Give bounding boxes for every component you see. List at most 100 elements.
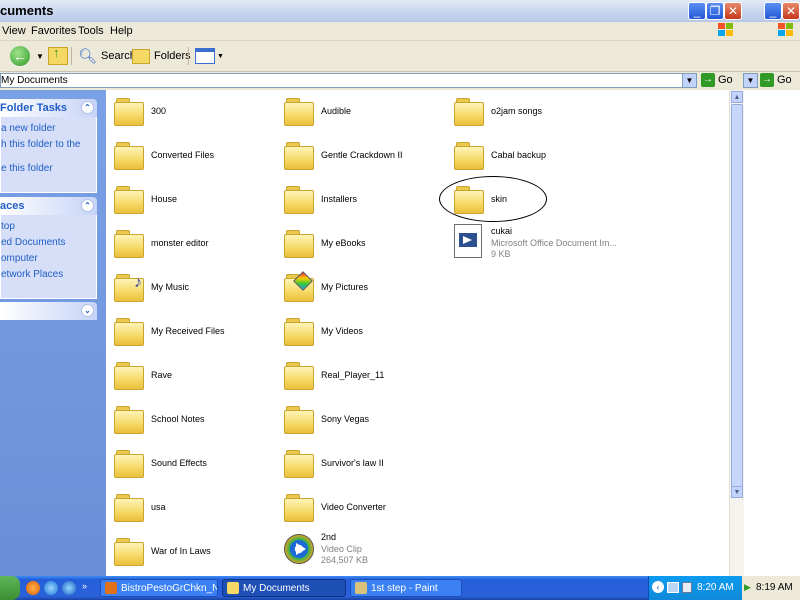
folder-item[interactable]: Sony Vegas: [276, 400, 446, 440]
go-arrow-icon: →: [701, 73, 715, 87]
folder-item[interactable]: Gentle Crackdown II: [276, 136, 446, 176]
start-button[interactable]: [0, 576, 20, 600]
item-name: o2jam songs: [491, 106, 543, 116]
menu-tools[interactable]: Tools: [78, 25, 104, 37]
folder-item[interactable]: My Pictures: [276, 268, 446, 308]
scroll-thumb[interactable]: [731, 104, 743, 498]
item-size: 9 KB: [491, 249, 511, 259]
task-make-new-folder[interactable]: a new folder: [1, 123, 55, 134]
folder-item[interactable]: School Notes: [106, 400, 276, 440]
file-item[interactable]: cukai Microsoft Office Document Im... 9 …: [446, 222, 617, 262]
folder-icon: [284, 494, 314, 522]
address-bar: My Documents ▼ → Go ▼ → Go: [0, 72, 800, 90]
taskbar: » BistroPestoGrChkn_N... My Documents 1s…: [0, 576, 800, 600]
views-button[interactable]: ▼: [195, 46, 224, 66]
folder-item[interactable]: Sound Effects: [106, 444, 276, 484]
address-dropdown-icon-2[interactable]: ▼: [743, 73, 758, 88]
folder-item[interactable]: ♪ My Music: [106, 268, 276, 308]
folder-item[interactable]: My eBooks: [276, 224, 446, 264]
folder-item[interactable]: usa: [106, 488, 276, 528]
folder-item[interactable]: Survivor's law II: [276, 444, 446, 484]
expand-icon[interactable]: ⌄: [81, 304, 94, 317]
back-button[interactable]: ← ▼: [10, 46, 44, 66]
music-folder-icon: ♪: [114, 274, 144, 302]
item-name: Survivor's law II: [321, 458, 384, 468]
up-folder-button[interactable]: ↑: [48, 45, 68, 66]
scroll-up-icon[interactable]: ▲: [731, 91, 743, 103]
taskbar-button-label: BistroPestoGrChkn_N...: [121, 582, 218, 594]
folder-tasks-header[interactable]: Folder Tasks ⌃: [0, 99, 97, 117]
quicklaunch-expand-icon[interactable]: »: [82, 581, 87, 591]
firefox-icon[interactable]: [26, 581, 40, 595]
minimize-button-2[interactable]: _: [764, 2, 782, 20]
folder-icon: [227, 582, 239, 594]
folder-item[interactable]: Cabal backup: [446, 136, 616, 176]
scroll-down-icon[interactable]: ▼: [731, 486, 743, 498]
folder-item[interactable]: Rave: [106, 356, 276, 396]
place-desktop[interactable]: top: [1, 221, 15, 232]
file-item[interactable]: 2nd Video Clip 264,507 KB: [276, 530, 446, 570]
close-button[interactable]: ✕: [724, 2, 742, 20]
title-bar: cuments _ ❐ ✕ _ ✕: [0, 0, 800, 23]
folder-icon: [114, 98, 144, 126]
folder-item[interactable]: Real_Player_11: [276, 356, 446, 396]
folder-item[interactable]: o2jam songs: [446, 92, 616, 132]
tray-expand-icon[interactable]: ‹: [652, 581, 664, 593]
folder-item[interactable]: War of In Laws: [106, 532, 276, 572]
pictures-folder-icon: [284, 271, 314, 302]
close-button-2[interactable]: ✕: [782, 2, 800, 20]
task-share-folder[interactable]: e this folder: [1, 163, 53, 174]
menu-help[interactable]: Help: [110, 25, 133, 37]
folder-item[interactable]: My Received Files: [106, 312, 276, 352]
folder-icon: [114, 538, 144, 566]
video-clip-icon: [284, 534, 314, 564]
item-name: 300: [151, 106, 167, 116]
internet-icon[interactable]: [44, 581, 58, 595]
go-button[interactable]: → Go: [701, 73, 733, 87]
taskbar-button-my-documents[interactable]: My Documents: [222, 579, 346, 597]
menu-favorites[interactable]: Favorites: [31, 25, 76, 37]
folder-item[interactable]: My Videos: [276, 312, 446, 352]
folders-button[interactable]: Folders: [132, 46, 191, 66]
folder-item[interactable]: Video Converter: [276, 488, 446, 528]
folder-item[interactable]: Converted Files: [106, 136, 276, 176]
go-button-2[interactable]: → Go: [760, 73, 792, 87]
taskbar-button-paint[interactable]: 1st step - Paint: [350, 579, 462, 597]
collapse-icon[interactable]: ⌃: [81, 101, 94, 114]
folder-icon: [114, 494, 144, 522]
folder-item[interactable]: 300: [106, 92, 276, 132]
system-tray-2: ▶ 8:19 AM: [742, 576, 800, 600]
menu-view[interactable]: View: [2, 25, 26, 37]
item-name: cukai: [491, 226, 513, 236]
folder-tasks-title: Folder Tasks: [0, 102, 68, 114]
details-header[interactable]: ⌄: [0, 302, 97, 320]
vertical-scrollbar[interactable]: ▲ ▼: [729, 90, 744, 576]
other-places-header[interactable]: aces ⌃: [0, 197, 97, 215]
folder-item[interactable]: House: [106, 180, 276, 220]
ie-icon[interactable]: [62, 581, 76, 595]
folder-item[interactable]: Audible: [276, 92, 446, 132]
folder-item[interactable]: skin: [446, 180, 616, 220]
collapse-icon-2[interactable]: ⌃: [81, 199, 94, 212]
restore-button[interactable]: ❐: [706, 2, 724, 20]
search-button[interactable]: 🔍︎ Search: [78, 46, 136, 66]
search-label: Search: [101, 50, 136, 62]
address-field[interactable]: My Documents ▼: [0, 73, 697, 88]
place-network-places[interactable]: etwork Places: [1, 269, 63, 280]
back-dropdown-icon[interactable]: ▼: [36, 52, 44, 61]
folder-item[interactable]: Installers: [276, 180, 446, 220]
folder-item[interactable]: monster editor: [106, 224, 276, 264]
folder-icon: [114, 142, 144, 170]
item-type: Microsoft Office Document Im...: [491, 238, 617, 248]
place-my-computer[interactable]: omputer: [1, 253, 38, 264]
item-name: Sony Vegas: [321, 414, 370, 424]
network-icon[interactable]: [667, 582, 679, 593]
taskbar-button-firefox[interactable]: BistroPestoGrChkn_N...: [100, 579, 218, 597]
place-shared-documents[interactable]: ed Documents: [1, 237, 65, 248]
volume-icon[interactable]: [682, 582, 692, 593]
other-places-title: aces: [0, 200, 25, 212]
folder-icon: [454, 142, 484, 170]
task-publish-folder[interactable]: h this folder to the: [1, 139, 81, 150]
address-dropdown-icon[interactable]: ▼: [682, 74, 696, 87]
minimize-button[interactable]: _: [688, 2, 706, 20]
